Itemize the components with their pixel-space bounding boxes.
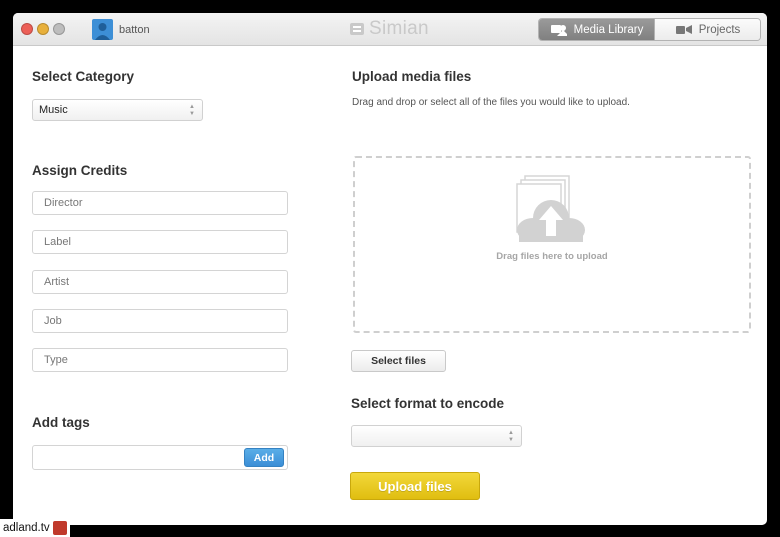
category-select[interactable]: Music ▲ ▼ <box>32 99 203 121</box>
upload-media-heading: Upload media files <box>352 69 472 84</box>
artist-field[interactable]: Artist <box>32 270 288 294</box>
job-placeholder: Job <box>44 315 62 327</box>
app-window: batton Simian Media Library Projects Sel… <box>13 13 767 525</box>
close-window-button[interactable] <box>21 23 33 35</box>
minimize-window-button[interactable] <box>37 23 49 35</box>
add-tag-button[interactable]: Add <box>244 448 284 467</box>
format-select[interactable]: ▲ ▼ <box>351 425 522 447</box>
tab-projects-label: Projects <box>698 23 741 36</box>
director-field[interactable]: Director <box>32 191 288 215</box>
label-field[interactable]: Label <box>32 230 288 254</box>
maximize-window-button[interactable] <box>53 23 65 35</box>
label-placeholder: Label <box>44 236 71 248</box>
tab-media-library-label: Media Library <box>573 23 644 36</box>
job-field[interactable]: Job <box>32 309 288 333</box>
dropzone-text: Drag files here to upload <box>496 251 608 262</box>
tags-input[interactable]: Add <box>32 445 288 470</box>
simian-logo-icon <box>350 23 364 35</box>
view-switcher: Media Library Projects <box>538 18 761 41</box>
upload-files-button[interactable]: Upload files <box>350 472 480 500</box>
type-placeholder: Type <box>44 354 68 366</box>
username-label[interactable]: batton <box>119 24 150 36</box>
artist-placeholder: Artist <box>44 276 70 288</box>
select-category-heading: Select Category <box>32 69 135 84</box>
tab-projects[interactable]: Projects <box>654 19 760 40</box>
format-select-arrows-icon: ▲ ▼ <box>508 430 514 443</box>
category-select-value: Music <box>39 104 68 116</box>
watermark-text: adland.tv <box>3 522 50 534</box>
add-tags-heading: Add tags <box>32 415 90 430</box>
type-field[interactable]: Type <box>32 348 288 372</box>
title-bar: batton Simian Media Library Projects <box>13 13 767 46</box>
app-logo: Simian <box>349 18 429 39</box>
watermark-logo-icon <box>52 521 67 535</box>
select-arrows-icon: ▲ ▼ <box>189 104 195 117</box>
media-library-icon <box>550 25 567 36</box>
user-avatar-icon[interactable] <box>92 19 113 40</box>
cloud-upload-icon <box>516 175 585 242</box>
assign-credits-heading: Assign Credits <box>32 163 128 178</box>
director-placeholder: Director <box>44 197 83 209</box>
upload-description: Drag and drop or select all of the files… <box>352 97 630 108</box>
projects-icon <box>675 25 692 34</box>
select-files-button[interactable]: Select files <box>351 350 446 372</box>
app-name: Simian <box>369 18 429 39</box>
tab-media-library[interactable]: Media Library <box>539 19 654 40</box>
watermark: adland.tv <box>0 519 70 537</box>
upload-dropzone[interactable]: Drag files here to upload <box>353 156 751 333</box>
select-format-heading: Select format to encode <box>351 396 505 411</box>
